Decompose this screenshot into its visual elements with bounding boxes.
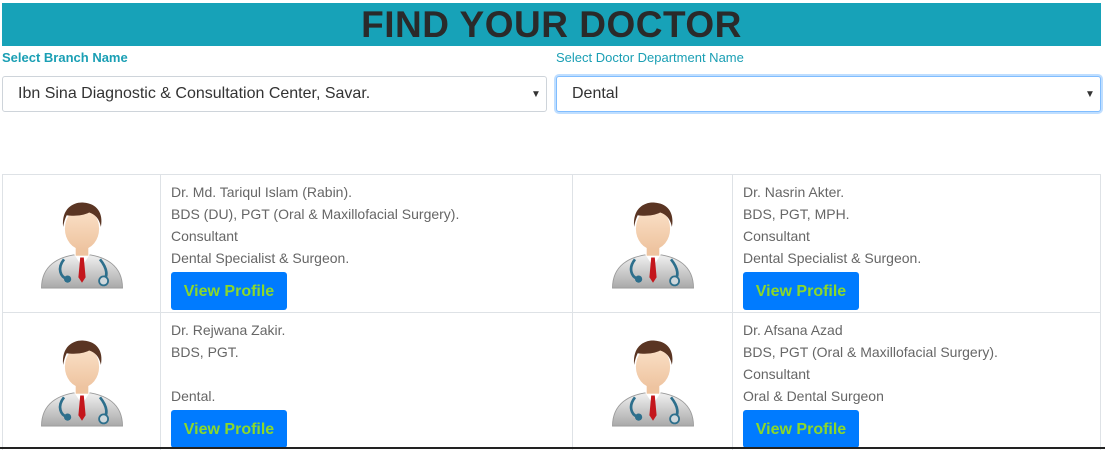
view-profile-button[interactable]: View Profile bbox=[171, 272, 287, 310]
doctor-avatar-icon bbox=[608, 194, 698, 294]
doctor-specialty: Oral & Dental Surgeon bbox=[743, 388, 884, 404]
doctor-degree: BDS, PGT (Oral & Maxillofacial Surgery). bbox=[743, 344, 998, 360]
doctor-card: Dr. Nasrin Akter. BDS, PGT, MPH. Consult… bbox=[733, 175, 1101, 312]
doctor-specialty: Dental. bbox=[171, 388, 216, 404]
doctor-list: Dr. Md. Tariqul Islam (Rabin). BDS (DU),… bbox=[2, 174, 1101, 450]
doctor-avatar-icon bbox=[37, 332, 127, 432]
doctor-name: Dr. Rejwana Zakir. bbox=[171, 322, 286, 338]
doctor-avatar-icon bbox=[37, 194, 127, 294]
doctor-designation bbox=[171, 363, 572, 385]
doctor-row: Dr. Rejwana Zakir. BDS, PGT. Dental. Vie… bbox=[2, 313, 1101, 450]
department-select-value: Dental bbox=[572, 85, 619, 102]
view-profile-button[interactable]: View Profile bbox=[171, 410, 287, 448]
caret-down-icon: ▼ bbox=[531, 88, 541, 100]
page-banner: FIND YOUR DOCTOR bbox=[2, 3, 1101, 46]
doctor-avatar-cell bbox=[2, 175, 161, 312]
doctor-avatar-cell bbox=[2, 313, 161, 450]
doctor-designation: Consultant bbox=[743, 228, 810, 244]
department-select[interactable]: Dental ▼ bbox=[556, 76, 1101, 112]
doctor-degree: BDS, PGT. bbox=[171, 344, 239, 360]
page-title: FIND YOUR DOCTOR bbox=[361, 4, 742, 45]
doctor-name: Dr. Md. Tariqul Islam (Rabin). bbox=[171, 184, 353, 200]
doctor-designation: Consultant bbox=[171, 228, 238, 244]
doctor-avatar-cell bbox=[572, 313, 733, 450]
doctor-name: Dr. Afsana Azad bbox=[743, 322, 843, 338]
doctor-avatar-icon bbox=[608, 332, 698, 432]
doctor-row: Dr. Md. Tariqul Islam (Rabin). BDS (DU),… bbox=[2, 175, 1101, 313]
doctor-degree: BDS, PGT, MPH. bbox=[743, 206, 850, 222]
doctor-specialty: Dental Specialist & Surgeon. bbox=[743, 250, 922, 266]
caret-down-icon: ▼ bbox=[1085, 88, 1095, 100]
doctor-avatar-cell bbox=[572, 175, 733, 312]
view-profile-button[interactable]: View Profile bbox=[743, 410, 859, 448]
doctor-name: Dr. Nasrin Akter. bbox=[743, 184, 845, 200]
branch-select-value: Ibn Sina Diagnostic & Consultation Cente… bbox=[18, 85, 371, 102]
doctor-card: Dr. Md. Tariqul Islam (Rabin). BDS (DU),… bbox=[161, 175, 572, 312]
doctor-degree: BDS (DU), PGT (Oral & Maxillofacial Surg… bbox=[171, 206, 460, 222]
view-profile-button[interactable]: View Profile bbox=[743, 272, 859, 310]
doctor-card: Dr. Afsana Azad BDS, PGT (Oral & Maxillo… bbox=[733, 313, 1101, 450]
branch-select[interactable]: Ibn Sina Diagnostic & Consultation Cente… bbox=[2, 76, 547, 112]
doctor-card: Dr. Rejwana Zakir. BDS, PGT. Dental. Vie… bbox=[161, 313, 572, 450]
doctor-specialty: Dental Specialist & Surgeon. bbox=[171, 250, 350, 266]
doctor-designation: Consultant bbox=[743, 366, 810, 382]
department-label: Select Doctor Department Name bbox=[556, 50, 744, 65]
branch-label: Select Branch Name bbox=[2, 50, 128, 65]
